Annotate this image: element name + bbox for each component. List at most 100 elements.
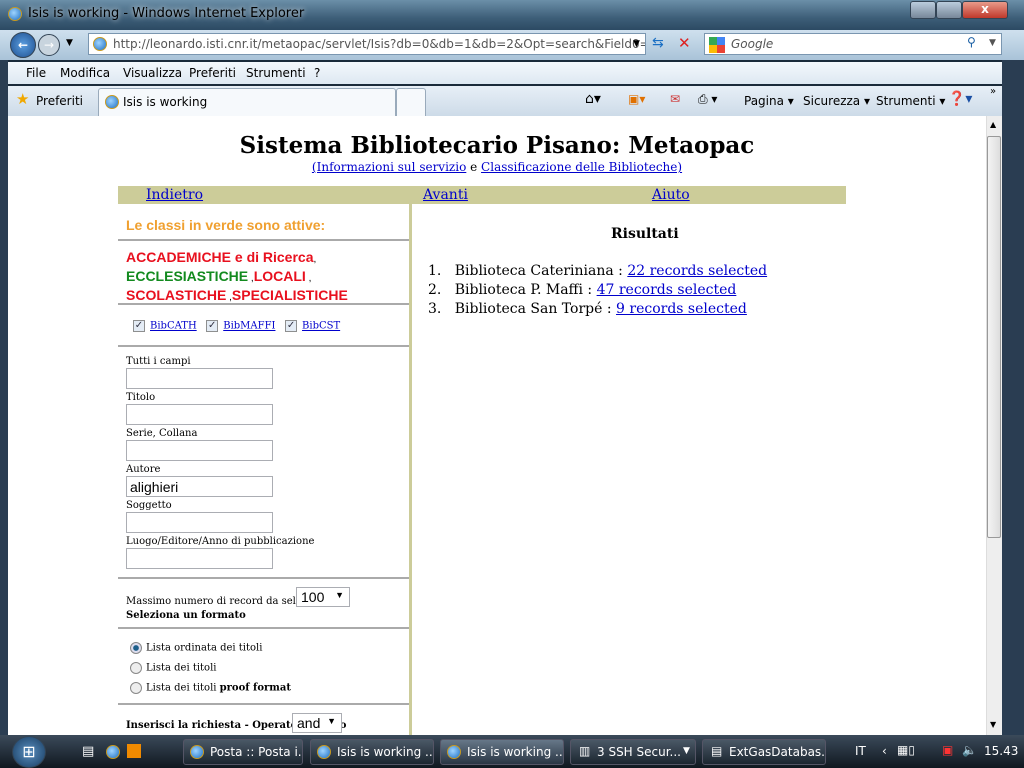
feeds-icon[interactable]: ▣▾ (628, 92, 645, 106)
home-icon[interactable]: ⌂▾ (585, 91, 601, 107)
taskbar-item-isis-2[interactable]: Isis is working ... (440, 739, 564, 765)
separator: , (313, 254, 317, 265)
tab-isis-working[interactable]: Isis is working (98, 88, 396, 116)
search-dropdown-icon[interactable]: ▼ (989, 38, 996, 48)
mail-icon[interactable]: ✉ (670, 92, 680, 106)
more-icon[interactable]: » (990, 86, 996, 97)
star-icon: ★ (16, 90, 30, 108)
bibmaffi-link[interactable]: BibMAFFI (223, 321, 275, 332)
scrollbar-thumb[interactable] (987, 136, 1001, 538)
forward-link[interactable]: Avanti (423, 187, 468, 203)
ie-quicklaunch-icon[interactable] (106, 745, 120, 759)
library-class-locali: LOCALI (253, 268, 306, 284)
classification-link[interactable]: Classificazione delle Biblioteche) (481, 160, 682, 174)
format-option-sorted[interactable]: Lista ordinata dei titoli (130, 642, 262, 654)
task-label: ExtGasDatabas... (729, 745, 826, 759)
back-link[interactable]: Indietro (146, 187, 203, 203)
bibcst-checkbox[interactable]: ✓ (285, 320, 298, 332)
menu-strumenti[interactable]: Strumenti (246, 66, 306, 80)
menu-help[interactable]: ? (314, 66, 320, 80)
print-icon[interactable]: ⎙ ▾ (698, 92, 717, 107)
menu-preferiti[interactable]: Preferiti (189, 66, 236, 80)
close-button[interactable]: x (962, 1, 1008, 19)
result-number: 3. (428, 301, 442, 317)
help-icon[interactable]: ❓▾ (948, 91, 972, 107)
maximize-button[interactable] (936, 1, 962, 19)
page-menu[interactable]: Pagina ▾ (744, 94, 794, 108)
result-number: 1. (428, 263, 442, 279)
refresh-icon[interactable]: ⇆ (652, 35, 664, 51)
format-option-proof[interactable]: Lista dei titoli proof format (130, 682, 291, 694)
taskbar-item-posta[interactable]: Posta :: Posta i... (183, 739, 303, 765)
new-tab-button[interactable] (396, 88, 426, 116)
volume-icon[interactable]: 🔈 (962, 743, 977, 757)
divider (118, 303, 409, 305)
subject-input[interactable] (126, 512, 273, 533)
scroll-up-icon[interactable]: ▲ (990, 120, 996, 129)
info-link[interactable]: (Informazioni sul servizio (312, 160, 466, 174)
all-fields-label: Tutti i campi (126, 356, 191, 367)
history-dropdown-icon[interactable]: ▼ (66, 38, 73, 48)
language-indicator[interactable]: IT (855, 744, 866, 758)
bibcath-checkbox[interactable]: ✓ (133, 320, 145, 332)
taskbar-item-ssh[interactable]: ▥ 3 SSH Secur... ▼ (570, 739, 696, 765)
start-button[interactable]: ⊞ (12, 736, 46, 768)
tray-icons[interactable]: ▦▯ (897, 743, 915, 757)
divider (118, 577, 409, 579)
separator: , (305, 273, 312, 284)
operator-select[interactable]: and ▼ (292, 713, 342, 733)
back-button[interactable]: ← (10, 32, 36, 58)
title-bar: Isis is working - Windows Internet Explo… (0, 0, 1024, 30)
title-input[interactable] (126, 404, 273, 425)
minimize-button[interactable] (910, 1, 936, 19)
help-link[interactable]: Aiuto (652, 187, 690, 203)
max-records-select[interactable]: 100 ▼ (296, 587, 350, 607)
forward-button[interactable]: → (38, 34, 60, 56)
taskbar: ⊞ ▤ Posta :: Posta i... Isis is working … (0, 735, 1024, 768)
result-link[interactable]: 22 records selected (627, 263, 767, 279)
radio-button[interactable] (130, 682, 142, 694)
address-bar[interactable]: http://leonardo.isti.cnr.it/metaopac/ser… (88, 33, 646, 55)
taskbar-item-extgas[interactable]: ▤ ExtGasDatabas... (702, 739, 826, 765)
result-link[interactable]: 47 records selected (597, 282, 737, 298)
header-links: (Informazioni sul servizio e Classificaz… (8, 160, 986, 174)
result-number: 2. (428, 282, 442, 298)
bibmaffi-checkbox[interactable]: ✓ (206, 320, 219, 332)
series-input[interactable] (126, 440, 273, 461)
tools-menu[interactable]: Strumenti ▾ (876, 94, 945, 108)
radio-button[interactable] (130, 662, 142, 674)
favorites-button[interactable]: Preferiti (36, 94, 83, 108)
security-menu[interactable]: Sicurezza ▾ (803, 94, 870, 108)
subject-label: Soggetto (126, 500, 172, 511)
media-player-icon[interactable] (127, 744, 141, 758)
library-class-ecclesiastiche: ECCLESIASTICHE (126, 268, 249, 284)
result-library: Biblioteca San Torpé : (454, 301, 617, 317)
publication-input[interactable] (126, 548, 273, 569)
network-icon[interactable]: ▣ (942, 743, 953, 757)
task-label: Isis is working ... (467, 745, 564, 759)
scroll-down-icon[interactable]: ▼ (990, 720, 996, 729)
bibcst-link[interactable]: BibCST (302, 321, 340, 332)
ie-icon (105, 95, 119, 109)
show-hidden-icons[interactable]: ‹ (882, 744, 887, 758)
show-desktop-icon[interactable]: ▤ (82, 744, 94, 759)
result-link[interactable]: 9 records selected (616, 301, 747, 317)
stop-icon[interactable]: ✕ (678, 34, 691, 52)
menu-file[interactable]: File (26, 66, 46, 80)
menu-visualizza[interactable]: Visualizza (123, 66, 182, 80)
format-option-list[interactable]: Lista dei titoli (130, 662, 216, 674)
option-label: Lista ordinata dei titoli (146, 642, 263, 654)
menu-modifica[interactable]: Modifica (60, 66, 110, 80)
clock[interactable]: 15.43 (984, 744, 1018, 758)
author-input[interactable] (126, 476, 273, 497)
search-input[interactable]: Google ⚲ ▼ (704, 33, 1002, 55)
taskbar-item-isis-1[interactable]: Isis is working ... (310, 739, 434, 765)
bibcath-link[interactable]: BibCATH (150, 321, 197, 332)
result-library: Biblioteca Cateriniana : (454, 263, 628, 279)
address-dropdown-icon[interactable]: ▼ (633, 39, 640, 49)
all-fields-input[interactable] (126, 368, 273, 389)
search-icon[interactable]: ⚲ (967, 35, 976, 49)
task-label: Posta :: Posta i... (210, 745, 303, 759)
result-library: Biblioteca P. Maffi : (454, 282, 597, 298)
radio-button[interactable] (130, 642, 142, 654)
